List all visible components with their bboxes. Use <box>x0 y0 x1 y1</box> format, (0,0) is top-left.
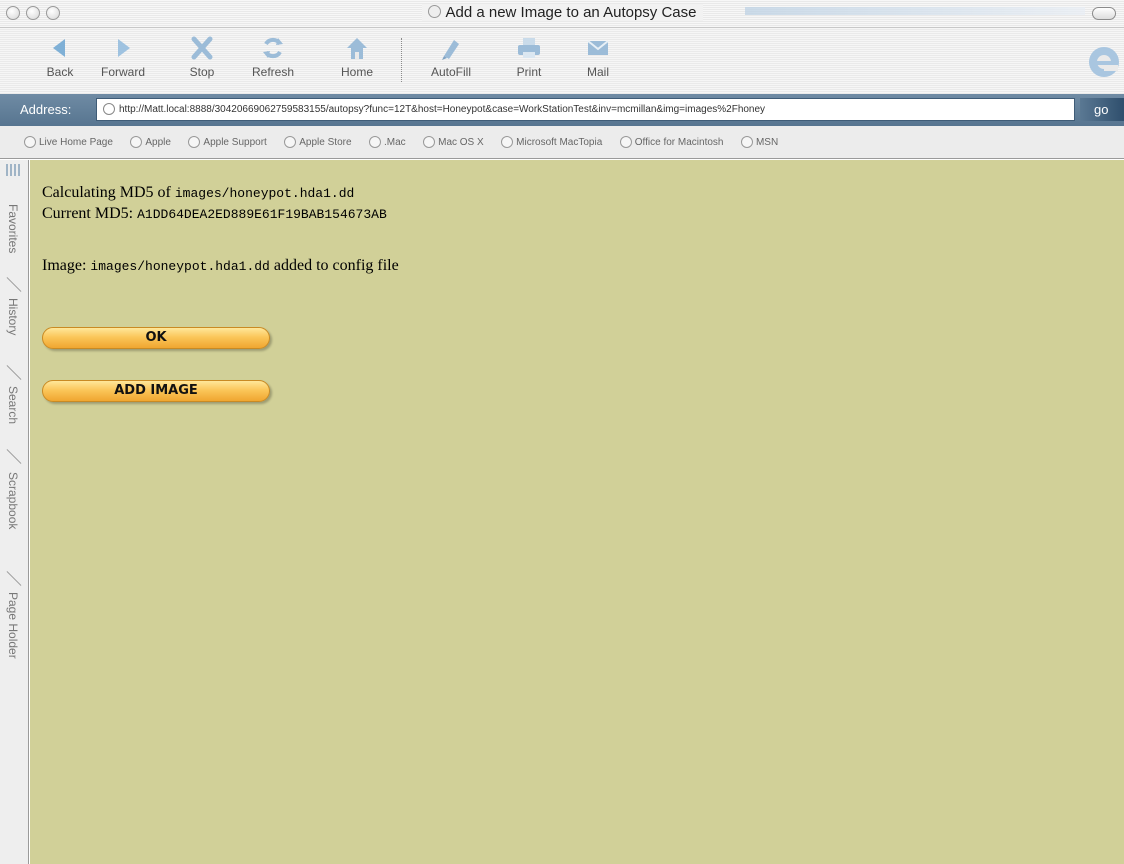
refresh-icon <box>263 37 283 59</box>
tab-divider <box>6 571 22 586</box>
link-apple-store[interactable]: Apple Store <box>284 136 352 148</box>
calculating-md5-line: Calculating MD5 of images/honeypot.hda1.… <box>42 184 355 201</box>
home-button[interactable]: Home <box>333 34 381 90</box>
back-label: Back <box>46 65 74 79</box>
tab-search[interactable]: Search <box>1 386 27 452</box>
tab-history[interactable]: History <box>1 298 27 368</box>
page-content: Calculating MD5 of images/honeypot.hda1.… <box>30 160 1124 864</box>
stop-x-icon <box>191 36 213 60</box>
internet-explorer-logo-icon <box>1089 47 1119 77</box>
stop-label: Stop <box>189 65 215 79</box>
link-microsoft-mactopia[interactable]: Microsoft MacTopia <box>501 136 602 148</box>
stop-button[interactable]: Stop <box>180 34 224 90</box>
address-label: Address: <box>20 102 72 117</box>
image-added-line: Image: images/honeypot.hda1.dd added to … <box>42 257 399 274</box>
autofill-label: AutoFill <box>430 65 471 79</box>
favorite-globe-icon <box>284 136 297 148</box>
print-button[interactable]: Print <box>506 34 552 90</box>
mail-label: Mail <box>586 65 609 79</box>
link-apple[interactable]: Apple <box>130 136 171 148</box>
mail-icon <box>587 40 609 55</box>
link-live-home-page[interactable]: Live Home Page <box>24 136 113 148</box>
sidebar-grip-icon[interactable] <box>6 164 20 176</box>
window-titlebar: Add a new Image to an Autopsy Case <box>0 0 1124 28</box>
toolbar-separator <box>401 38 403 82</box>
forward-arrow-icon <box>118 39 130 57</box>
ok-button[interactable]: OK <box>42 327 270 349</box>
explorer-bar-tabs: Favorites History Search Scrapbook Page … <box>0 160 29 864</box>
home-icon <box>347 38 367 59</box>
favorite-globe-icon <box>130 136 143 148</box>
link-apple-support[interactable]: Apple Support <box>188 136 267 148</box>
added-image-path: images/honeypot.hda1.dd <box>90 259 270 274</box>
page-globe-icon <box>103 103 115 115</box>
autofill-button[interactable]: AutoFill <box>421 34 481 90</box>
refresh-button[interactable]: Refresh <box>243 34 303 90</box>
favorite-globe-icon <box>423 136 436 148</box>
home-label: Home <box>340 65 373 79</box>
calc-image-path: images/honeypot.hda1.dd <box>174 186 355 201</box>
print-label: Print <box>516 65 542 79</box>
back-arrow-icon <box>53 39 65 57</box>
go-button[interactable]: go <box>1080 98 1124 121</box>
tab-favorites[interactable]: Favorites <box>1 204 27 284</box>
favorite-globe-icon <box>368 136 381 148</box>
address-input[interactable]: http://Matt.local:8888/304206690627​5958… <box>96 98 1075 121</box>
favorite-globe-icon <box>501 136 514 148</box>
forward-label: Forward <box>100 65 145 79</box>
mail-button[interactable]: Mail <box>578 34 618 90</box>
md5-hash-value: A1DD64DEA2ED889E61F19BAB154673AB <box>137 207 387 222</box>
window-title: Add a new Image to an Autopsy Case <box>421 4 703 21</box>
favorite-globe-icon <box>24 136 36 148</box>
favorite-globe-icon <box>188 136 201 148</box>
back-button[interactable]: Back <box>34 34 86 90</box>
favorites-links-bar: Live Home Page Apple Apple Support Apple… <box>0 126 1124 159</box>
forward-button[interactable]: Forward <box>92 34 154 90</box>
toolbar-toggle-button[interactable] <box>1092 7 1116 20</box>
window-title-text: Add a new Image to an Autopsy Case <box>445 4 697 21</box>
tab-page-holder[interactable]: Page Holder <box>1 592 27 702</box>
link-dot-mac[interactable]: .Mac <box>368 136 406 148</box>
autofill-icon <box>442 40 459 60</box>
printer-icon <box>518 38 540 58</box>
tab-scrapbook[interactable]: Scrapbook <box>1 472 27 572</box>
address-url: http://Matt.local:8888/304206690627​5958… <box>119 104 766 115</box>
current-md5-line: Current MD5: A1DD64DEA2ED889E61F19BAB154… <box>42 205 387 222</box>
favorite-globe-icon <box>619 136 632 148</box>
browser-toolbar: Back Forward Stop Refresh Home AutoFill … <box>0 28 1124 94</box>
favorite-globe-icon <box>740 136 753 148</box>
page-icon <box>427 5 441 18</box>
add-image-button[interactable]: ADD IMAGE <box>42 380 270 402</box>
refresh-label: Refresh <box>251 65 295 79</box>
link-msn[interactable]: MSN <box>740 136 778 148</box>
link-mac-os-x[interactable]: Mac OS X <box>423 136 484 148</box>
address-bar: Address: http://Matt.local:8888/30420669… <box>0 94 1124 126</box>
link-office-for-macintosh[interactable]: Office for Macintosh <box>619 136 723 148</box>
